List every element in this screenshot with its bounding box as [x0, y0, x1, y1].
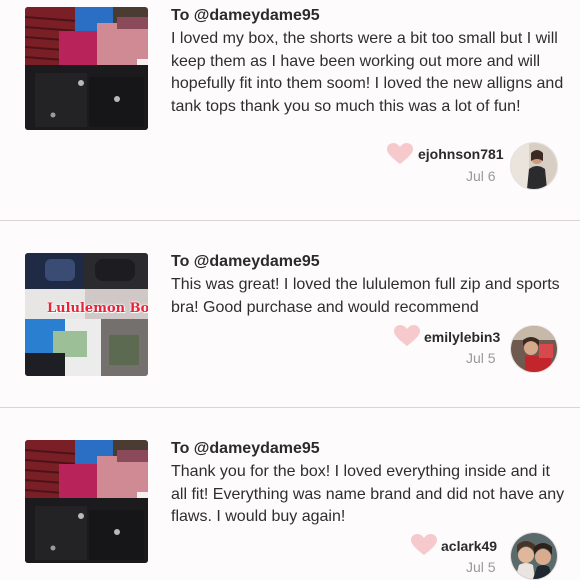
user-avatar-icon [511, 533, 557, 579]
review-date: Jul 5 [466, 559, 496, 575]
review-photo[interactable] [25, 440, 148, 563]
review-text: Thank you for the box! I loved everythin… [171, 463, 565, 525]
review-card: To @dameydame95 Thank you for the box! I… [0, 0, 580, 580]
reviewer-avatar[interactable] [510, 532, 558, 580]
review-feed: To @dameydame95 I loved my box, the shor… [0, 0, 580, 580]
heart-icon[interactable] [411, 534, 437, 556]
reviewer-username[interactable]: aclark49 [441, 538, 497, 554]
clothing-bundle-photo-icon [25, 440, 148, 563]
review-recipient: To @dameydame95 [171, 440, 320, 457]
